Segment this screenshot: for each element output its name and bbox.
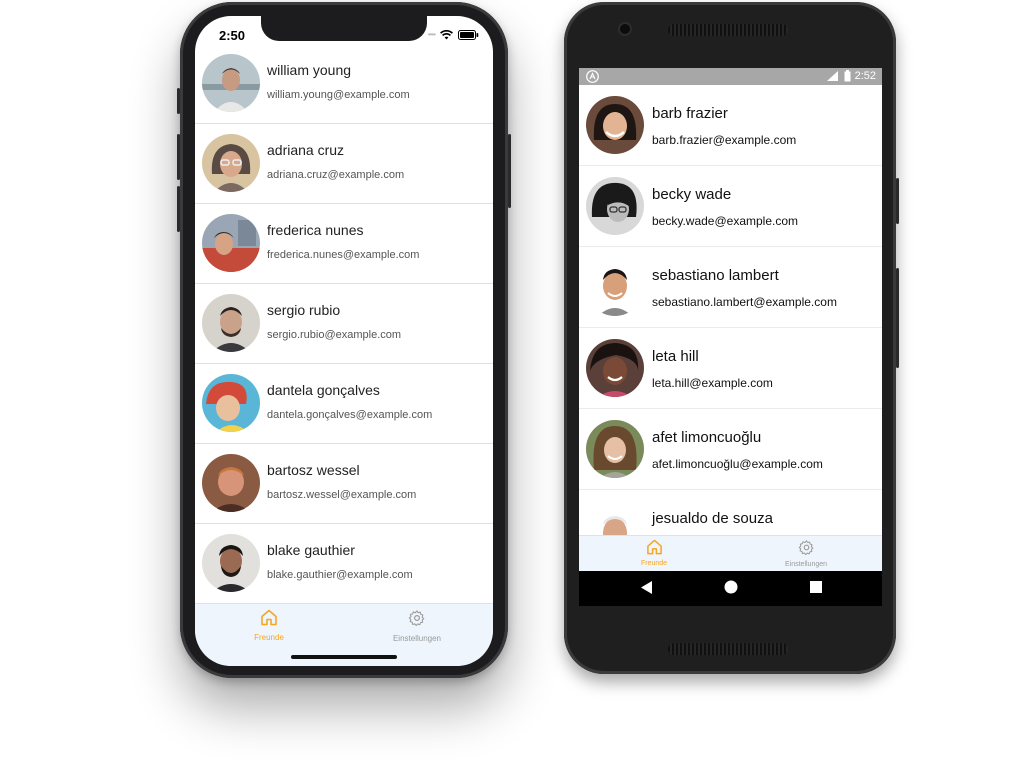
contact-email: becky.wade@example.com <box>652 214 799 228</box>
tab-freunde[interactable]: Freunde <box>239 609 299 642</box>
avatar <box>586 177 644 235</box>
avatar <box>202 454 260 512</box>
avatar <box>586 339 644 397</box>
power-button <box>896 178 899 224</box>
contact-email: adriana.cruz@example.com <box>267 169 405 181</box>
list-item[interactable]: william young william.young@example.com <box>195 44 493 124</box>
avatar <box>202 214 260 272</box>
list-item[interactable]: blake gauthier blake.gauthier@example.co… <box>195 524 493 604</box>
battery-icon <box>458 30 479 40</box>
volume-down-button <box>177 186 180 232</box>
tab-einstellungen[interactable]: Einstellungen <box>771 539 841 568</box>
status-time: 2:52 <box>854 70 876 82</box>
friends-list[interactable]: barb frazier barb.frazier@example.com be… <box>579 85 882 535</box>
tab-label: Einstellungen <box>392 634 442 643</box>
volume-button <box>896 268 899 368</box>
list-item[interactable]: frederica nunes frederica.nunes@example.… <box>195 204 493 284</box>
list-item[interactable]: afet limoncuoğlu afet.limoncuoğlu@exampl… <box>579 409 882 490</box>
contact-email: afet.limoncuoğlu@example.com <box>652 457 823 471</box>
contact-name: bartosz wessel <box>267 462 360 478</box>
tab-freunde[interactable]: Freunde <box>624 539 684 567</box>
battery-icon <box>844 70 851 82</box>
list-item[interactable]: jesualdo de souza <box>579 490 882 535</box>
gear-icon <box>408 610 425 627</box>
android-screen: 2:52 barb frazier barb.frazier@example.c… <box>579 68 882 606</box>
list-item[interactable]: sergio rubio sergio.rubio@example.com <box>195 284 493 364</box>
tab-bar: Freunde Einstellungen <box>579 535 882 572</box>
contact-email: bartosz.wessel@example.com <box>267 489 417 501</box>
wifi-icon <box>440 30 453 40</box>
list-item[interactable]: adriana cruz adriana.cruz@example.com <box>195 124 493 204</box>
contact-email: sebastiano.lambert@example.com <box>652 295 837 309</box>
contact-name: sebastiano lambert <box>652 267 779 284</box>
signal-dots-icon: •••• <box>427 30 436 39</box>
avatar <box>586 501 644 535</box>
back-icon[interactable] <box>640 580 653 595</box>
list-item[interactable]: leta hill leta.hill@example.com <box>579 328 882 409</box>
app-notification-icon <box>586 70 599 83</box>
contact-email: barb.frazier@example.com <box>652 133 797 147</box>
android-device: 2:52 barb frazier barb.frazier@example.c… <box>564 2 899 674</box>
signal-icon <box>827 71 838 81</box>
contact-name: adriana cruz <box>267 142 345 158</box>
contact-name: afet limoncuoğlu <box>652 429 762 446</box>
avatar <box>586 258 644 316</box>
avatar <box>202 134 260 192</box>
tab-einstellungen[interactable]: Einstellungen <box>381 609 453 643</box>
contact-name: dantela gonçalves <box>267 382 380 398</box>
contact-name: barb frazier <box>652 105 728 122</box>
tab-label: Freunde <box>254 633 284 642</box>
home-indicator[interactable] <box>291 655 397 659</box>
power-button <box>508 134 511 208</box>
iphone-device: 2:50 •••• william young william.young@ex… <box>177 2 511 678</box>
avatar <box>202 534 260 592</box>
android-nav-bar <box>579 571 882 606</box>
contact-name: leta hill <box>652 348 699 365</box>
status-icons: •••• <box>428 30 479 40</box>
status-bar: 2:52 <box>579 68 882 85</box>
contact-email: frederica.nunes@example.com <box>267 249 420 261</box>
status-time: 2:50 <box>219 28 246 43</box>
iphone-screen: 2:50 •••• william young william.young@ex… <box>195 16 493 666</box>
contact-name: becky wade <box>652 186 732 203</box>
tab-label: Einstellungen <box>784 561 828 568</box>
home-circle-icon[interactable] <box>724 580 738 594</box>
tab-bar: Freunde Einstellungen <box>195 603 493 666</box>
notch <box>261 16 427 41</box>
bottom-speaker <box>668 643 788 655</box>
contact-email: dantela.gonçalves@example.com <box>267 409 433 421</box>
top-speaker <box>668 24 788 36</box>
avatar <box>586 420 644 478</box>
gear-icon <box>798 540 813 556</box>
list-item[interactable]: bartosz wessel bartosz.wessel@example.co… <box>195 444 493 524</box>
avatar <box>202 294 260 352</box>
tab-label: Freunde <box>640 560 668 567</box>
mute-switch <box>177 88 180 114</box>
contact-name: jesualdo de souza <box>652 510 773 527</box>
contact-name: frederica nunes <box>267 222 364 238</box>
home-icon <box>261 609 277 626</box>
home-icon <box>646 539 662 555</box>
recents-icon[interactable] <box>810 581 822 593</box>
contact-email: blake.gauthier@example.com <box>267 569 413 581</box>
contact-email: william.young@example.com <box>267 89 410 101</box>
avatar <box>202 374 260 432</box>
list-item[interactable]: barb frazier barb.frazier@example.com <box>579 85 882 166</box>
list-item[interactable]: sebastiano lambert sebastiano.lambert@ex… <box>579 247 882 328</box>
contact-name: sergio rubio <box>267 302 341 318</box>
contact-name: blake gauthier <box>267 542 355 558</box>
friends-list[interactable]: william young william.young@example.com … <box>195 44 493 604</box>
front-camera <box>620 24 630 34</box>
volume-up-button <box>177 134 180 180</box>
contact-name: william young <box>267 62 352 78</box>
avatar <box>586 96 644 154</box>
list-item[interactable]: becky wade becky.wade@example.com <box>579 166 882 247</box>
contact-email: sergio.rubio@example.com <box>267 329 402 341</box>
avatar <box>202 54 260 112</box>
contact-email: leta.hill@example.com <box>652 376 773 390</box>
list-item[interactable]: dantela gonçalves dantela.gonçalves@exam… <box>195 364 493 444</box>
